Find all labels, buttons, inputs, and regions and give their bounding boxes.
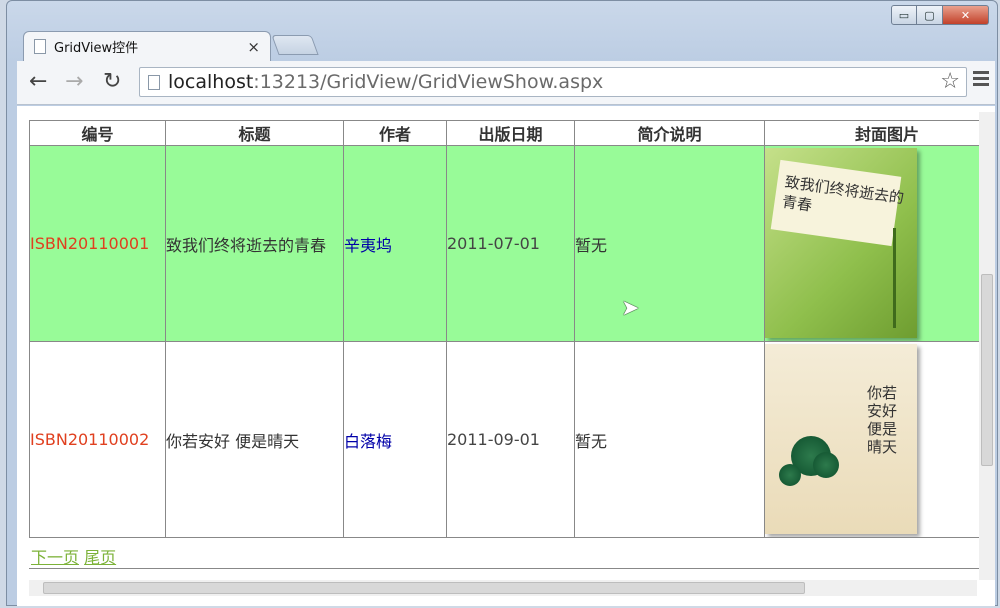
last-page-link[interactable]: 尾页 — [84, 548, 116, 567]
book-cover-image: 你若安好便是晴天 — [765, 344, 917, 534]
pager: 下一页 尾页 — [31, 544, 116, 568]
cover-flower — [779, 464, 801, 486]
table-row[interactable]: ISBN20110002 你若安好 便是晴天 白落梅 2011-09-01 暂无… — [29, 341, 995, 538]
forward-button[interactable]: → — [65, 70, 83, 94]
vertical-scrollbar[interactable] — [979, 112, 995, 580]
cell-cover: 你若安好便是晴天 — [764, 341, 995, 538]
book-cover-image: 致我们终将逝去的青春 — [765, 148, 917, 338]
cell-cover: 致我们终将逝去的青春 — [764, 145, 995, 342]
next-page-link[interactable]: 下一页 — [31, 548, 79, 567]
url-host: localhost — [168, 71, 254, 93]
address-bar[interactable]: localhost:13213/GridView/GridViewShow.as… — [139, 67, 967, 97]
maximize-button[interactable]: ▢ — [917, 5, 943, 25]
browser-tab[interactable]: GridView控件 × — [23, 31, 271, 61]
tab-title: GridView控件 — [54, 41, 139, 56]
new-tab-button[interactable] — [271, 35, 319, 55]
browser-toolbar: ← → ↻ localhost:13213/GridView/GridViewS… — [17, 61, 995, 105]
window-controls: ▭ ▢ ✕ — [891, 5, 989, 25]
close-window-button[interactable]: ✕ — [943, 5, 989, 25]
cover-title-text: 你若安好便是晴天 — [867, 384, 898, 456]
cell-title: 致我们终将逝去的青春 — [165, 145, 344, 342]
bookmark-star-icon[interactable]: ☆ — [940, 69, 960, 94]
header-isbn: 编号 — [29, 120, 166, 146]
cell-author: 白落梅 — [343, 341, 447, 538]
page-icon — [34, 39, 46, 54]
cell-desc: 暂无 — [574, 145, 765, 342]
header-cover: 封面图片 — [764, 120, 995, 146]
page-viewport: 编号 标题 作者 出版日期 简介说明 封面图片 ISBN20110001 致我们… — [17, 106, 995, 606]
tab-close-icon[interactable]: × — [247, 38, 260, 56]
cell-isbn: ISBN20110001 — [29, 145, 166, 342]
header-title: 标题 — [165, 120, 344, 146]
cell-title: 你若安好 便是晴天 — [165, 341, 344, 538]
header-date: 出版日期 — [446, 120, 575, 146]
menu-icon[interactable] — [973, 71, 989, 89]
header-desc: 简介说明 — [574, 120, 765, 146]
back-button[interactable]: ← — [29, 70, 47, 94]
page-icon — [148, 74, 160, 90]
cell-date: 2011-09-01 — [446, 341, 575, 538]
table-row[interactable]: ISBN20110001 致我们终将逝去的青春 辛夷坞 2011-07-01 暂… — [29, 145, 995, 342]
horizontal-scroll-thumb[interactable] — [43, 582, 805, 594]
vertical-scroll-thumb[interactable] — [981, 274, 993, 466]
cover-flower — [813, 452, 839, 478]
gridview-table: 编号 标题 作者 出版日期 简介说明 封面图片 ISBN20110001 致我们… — [29, 120, 995, 538]
cover-plant-stem — [893, 228, 896, 328]
cell-author: 辛夷坞 — [343, 145, 447, 342]
reload-button[interactable]: ↻ — [103, 70, 121, 94]
horizontal-scrollbar[interactable] — [29, 580, 977, 596]
url-path: :13213/GridView/GridViewShow.aspx — [253, 71, 604, 93]
mouse-cursor-icon: ➤ — [621, 296, 640, 321]
pager-divider — [29, 568, 989, 569]
header-author: 作者 — [343, 120, 447, 146]
browser-window: ▭ ▢ ✕ GridView控件 × ← → ↻ localhost:13213… — [6, 0, 998, 606]
cell-desc: 暂无 — [574, 341, 765, 538]
cell-date: 2011-07-01 — [446, 145, 575, 342]
cell-isbn: ISBN20110002 — [29, 341, 166, 538]
table-header-row: 编号 标题 作者 出版日期 简介说明 封面图片 — [29, 120, 995, 146]
minimize-button[interactable]: ▭ — [891, 5, 917, 25]
